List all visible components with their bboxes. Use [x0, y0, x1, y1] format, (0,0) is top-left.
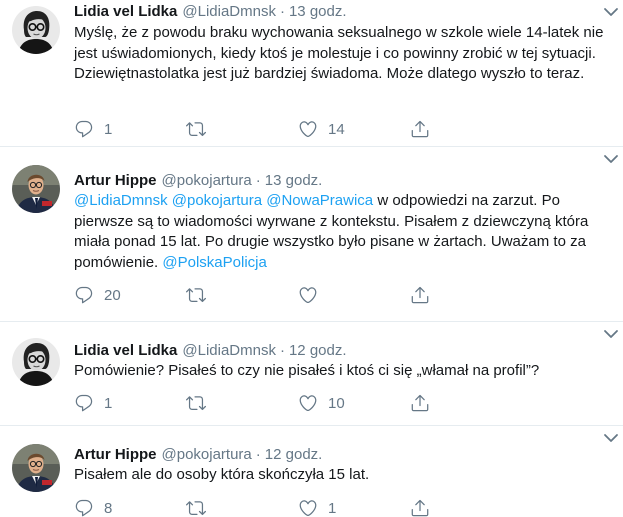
tweet-header: Lidia vel Lidka @LidiaDmnsk · 13 godz.: [74, 0, 609, 22]
timestamp[interactable]: 13 godz.: [265, 172, 323, 189]
mention-link[interactable]: @NowaPrawica: [266, 192, 373, 209]
tweet-actions: 20: [74, 284, 474, 306]
tweet-text: Pomówienie? Pisałeś to czy nie pisałeś i…: [74, 362, 540, 379]
like-button[interactable]: 1: [298, 497, 336, 517]
like-icon: [298, 285, 318, 305]
retweet-button[interactable]: [186, 118, 216, 140]
share-button[interactable]: [410, 284, 430, 306]
tweet-content: Lidia vel Lidka @LidiaDmnsk · 12 godz. P…: [74, 339, 609, 382]
retweet-icon: [186, 393, 206, 413]
share-button[interactable]: [410, 497, 430, 517]
tweet-content: Artur Hippe @pokojartura · 12 godz. Pisa…: [74, 443, 609, 486]
mention-link[interactable]: @LidiaDmnsk: [74, 192, 168, 209]
tweet-actions: 1 10: [74, 392, 474, 414]
retweet-button[interactable]: [186, 284, 216, 306]
share-icon: [410, 393, 430, 413]
tweet-text: Pisałem ale do osoby która skończyła 15 …: [74, 466, 370, 483]
tweet-header: Artur Hippe @pokojartura · 13 godz.: [74, 169, 609, 191]
like-count: 1: [328, 499, 337, 517]
user-handle[interactable]: @LidiaDmnsk: [182, 342, 276, 359]
reply-icon: [74, 498, 94, 517]
timestamp[interactable]: 12 godz.: [289, 342, 347, 359]
like-count: 10: [328, 394, 345, 412]
display-name[interactable]: Artur Hippe: [74, 172, 157, 189]
avatar[interactable]: [12, 444, 60, 492]
reply-icon: [74, 119, 94, 139]
avatar[interactable]: [12, 338, 60, 386]
user-handle[interactable]: @pokojartura: [162, 172, 252, 189]
chevron-down-icon[interactable]: [603, 432, 619, 444]
reply-icon: [74, 285, 94, 305]
retweet-button[interactable]: [186, 392, 216, 414]
user-handle[interactable]: @LidiaDmnsk: [182, 3, 276, 20]
avatar-image-icon: [12, 165, 60, 213]
tweet-actions: 8 1: [74, 497, 474, 517]
like-icon: [298, 393, 318, 413]
tweet-text: @LidiaDmnsk @pokojartura @NowaPrawica w …: [74, 191, 609, 273]
tweet[interactable]: Artur Hippe @pokojartura · 13 godz. @Lid…: [0, 147, 623, 322]
like-icon: [298, 498, 318, 517]
tweet-header: Lidia vel Lidka @LidiaDmnsk · 12 godz.: [74, 339, 609, 361]
tweet-content: Artur Hippe @pokojartura · 13 godz. @Lid…: [74, 169, 609, 273]
timestamp[interactable]: 12 godz.: [265, 446, 323, 463]
share-button[interactable]: [410, 118, 430, 140]
reply-button[interactable]: 20: [74, 284, 121, 306]
reply-count: 20: [104, 286, 121, 304]
like-button[interactable]: 14: [298, 118, 345, 140]
reply-button[interactable]: 1: [74, 392, 112, 414]
like-count: 14: [328, 120, 345, 138]
tweet-text: Myślę, że z powodu braku wychowania seks…: [74, 24, 604, 82]
share-icon: [410, 498, 430, 517]
tweet-content: Lidia vel Lidka @LidiaDmnsk · 13 godz. M…: [74, 0, 609, 85]
chevron-down-icon[interactable]: [603, 328, 619, 340]
display-name[interactable]: Lidia vel Lidka: [74, 342, 177, 359]
reply-count: 1: [104, 120, 113, 138]
tweet[interactable]: Artur Hippe @pokojartura · 12 godz. Pisa…: [0, 426, 623, 517]
reply-icon: [74, 393, 94, 413]
tweet-header: Artur Hippe @pokojartura · 12 godz.: [74, 443, 609, 465]
reply-button[interactable]: 1: [74, 118, 112, 140]
share-button[interactable]: [410, 392, 430, 414]
reply-button[interactable]: 8: [74, 497, 112, 517]
reply-count: 8: [104, 499, 113, 517]
avatar[interactable]: [12, 6, 60, 54]
retweet-icon: [186, 498, 206, 517]
retweet-icon: [186, 119, 206, 139]
display-name[interactable]: Artur Hippe: [74, 446, 157, 463]
separator-dot: ·: [255, 445, 261, 463]
chevron-down-icon[interactable]: [603, 6, 619, 18]
avatar[interactable]: [12, 165, 60, 213]
like-button[interactable]: 10: [298, 392, 345, 414]
separator-dot: ·: [279, 2, 285, 20]
tweet[interactable]: Lidia vel Lidka @LidiaDmnsk · 13 godz. M…: [0, 0, 623, 147]
like-icon: [298, 119, 318, 139]
separator-dot: ·: [255, 171, 261, 189]
share-icon: [410, 285, 430, 305]
display-name[interactable]: Lidia vel Lidka: [74, 3, 177, 20]
tweet[interactable]: Lidia vel Lidka @LidiaDmnsk · 12 godz. P…: [0, 322, 623, 426]
chevron-down-icon[interactable]: [603, 153, 619, 165]
share-icon: [410, 119, 430, 139]
like-button[interactable]: [298, 284, 328, 306]
avatar-image-icon: [12, 338, 60, 386]
timestamp[interactable]: 13 godz.: [289, 3, 347, 20]
retweet-button[interactable]: [186, 497, 216, 517]
reply-count: 1: [104, 394, 113, 412]
separator-dot: ·: [279, 341, 285, 359]
tweet-actions: 1 14: [74, 118, 474, 140]
user-handle[interactable]: @pokojartura: [162, 446, 252, 463]
mention-link[interactable]: @PolskaPolicja: [162, 254, 266, 271]
avatar-image-icon: [12, 6, 60, 54]
avatar-image-icon: [12, 444, 60, 492]
retweet-icon: [186, 285, 206, 305]
mention-link[interactable]: @pokojartura: [172, 192, 262, 209]
